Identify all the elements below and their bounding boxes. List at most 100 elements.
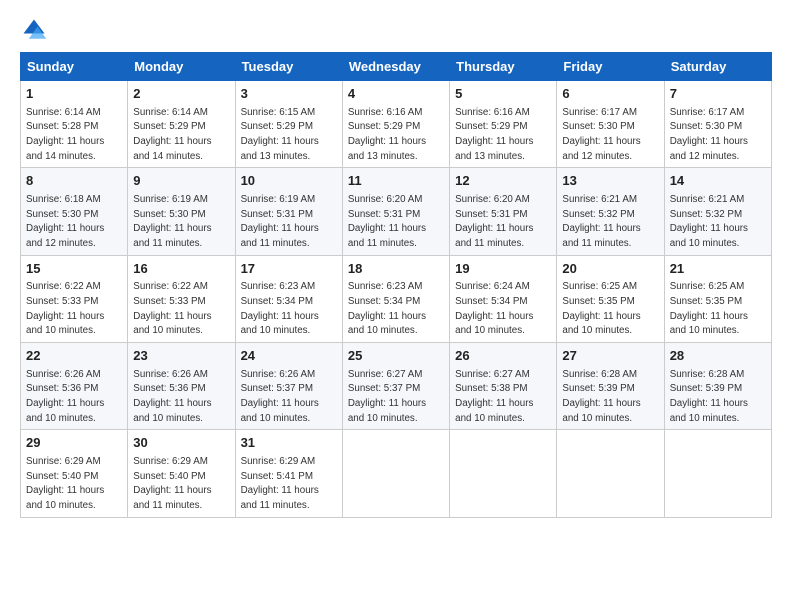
day-number: 31 xyxy=(241,434,337,452)
calendar-day-header: Monday xyxy=(128,53,235,81)
day-number: 6 xyxy=(562,85,658,103)
calendar-week-row: 8 Sunrise: 6:18 AMSunset: 5:30 PMDayligh… xyxy=(21,168,772,255)
day-number: 17 xyxy=(241,260,337,278)
calendar-cell: 27 Sunrise: 6:28 AMSunset: 5:39 PMDaylig… xyxy=(557,343,664,430)
day-number: 15 xyxy=(26,260,122,278)
calendar-cell: 18 Sunrise: 6:23 AMSunset: 5:34 PMDaylig… xyxy=(342,255,449,342)
calendar-cell: 23 Sunrise: 6:26 AMSunset: 5:36 PMDaylig… xyxy=(128,343,235,430)
calendar-week-row: 15 Sunrise: 6:22 AMSunset: 5:33 PMDaylig… xyxy=(21,255,772,342)
calendar-cell: 26 Sunrise: 6:27 AMSunset: 5:38 PMDaylig… xyxy=(450,343,557,430)
day-number: 29 xyxy=(26,434,122,452)
day-info: Sunrise: 6:18 AMSunset: 5:30 PMDaylight:… xyxy=(26,194,104,249)
calendar-cell: 25 Sunrise: 6:27 AMSunset: 5:37 PMDaylig… xyxy=(342,343,449,430)
day-number: 28 xyxy=(670,347,766,365)
day-info: Sunrise: 6:22 AMSunset: 5:33 PMDaylight:… xyxy=(133,281,211,336)
day-number: 25 xyxy=(348,347,444,365)
day-number: 21 xyxy=(670,260,766,278)
day-info: Sunrise: 6:26 AMSunset: 5:37 PMDaylight:… xyxy=(241,369,319,424)
day-number: 13 xyxy=(562,172,658,190)
day-info: Sunrise: 6:21 AMSunset: 5:32 PMDaylight:… xyxy=(670,194,748,249)
day-info: Sunrise: 6:29 AMSunset: 5:40 PMDaylight:… xyxy=(133,456,211,511)
day-number: 16 xyxy=(133,260,229,278)
calendar-cell: 7 Sunrise: 6:17 AMSunset: 5:30 PMDayligh… xyxy=(664,81,771,168)
day-number: 7 xyxy=(670,85,766,103)
day-info: Sunrise: 6:23 AMSunset: 5:34 PMDaylight:… xyxy=(348,281,426,336)
day-info: Sunrise: 6:14 AMSunset: 5:28 PMDaylight:… xyxy=(26,107,104,162)
day-info: Sunrise: 6:27 AMSunset: 5:38 PMDaylight:… xyxy=(455,369,533,424)
day-number: 22 xyxy=(26,347,122,365)
calendar-cell: 24 Sunrise: 6:26 AMSunset: 5:37 PMDaylig… xyxy=(235,343,342,430)
day-info: Sunrise: 6:16 AMSunset: 5:29 PMDaylight:… xyxy=(348,107,426,162)
calendar-cell: 28 Sunrise: 6:28 AMSunset: 5:39 PMDaylig… xyxy=(664,343,771,430)
calendar-table: SundayMondayTuesdayWednesdayThursdayFrid… xyxy=(20,52,772,518)
calendar-day-header: Tuesday xyxy=(235,53,342,81)
day-number: 23 xyxy=(133,347,229,365)
day-info: Sunrise: 6:21 AMSunset: 5:32 PMDaylight:… xyxy=(562,194,640,249)
day-number: 3 xyxy=(241,85,337,103)
day-number: 2 xyxy=(133,85,229,103)
calendar-cell: 29 Sunrise: 6:29 AMSunset: 5:40 PMDaylig… xyxy=(21,430,128,517)
calendar-cell: 31 Sunrise: 6:29 AMSunset: 5:41 PMDaylig… xyxy=(235,430,342,517)
calendar-cell: 15 Sunrise: 6:22 AMSunset: 5:33 PMDaylig… xyxy=(21,255,128,342)
day-info: Sunrise: 6:26 AMSunset: 5:36 PMDaylight:… xyxy=(133,369,211,424)
logo-icon xyxy=(20,16,48,44)
day-info: Sunrise: 6:27 AMSunset: 5:37 PMDaylight:… xyxy=(348,369,426,424)
day-number: 24 xyxy=(241,347,337,365)
calendar-cell: 12 Sunrise: 6:20 AMSunset: 5:31 PMDaylig… xyxy=(450,168,557,255)
logo xyxy=(20,16,52,44)
calendar-cell: 11 Sunrise: 6:20 AMSunset: 5:31 PMDaylig… xyxy=(342,168,449,255)
calendar-header-row: SundayMondayTuesdayWednesdayThursdayFrid… xyxy=(21,53,772,81)
calendar-cell: 14 Sunrise: 6:21 AMSunset: 5:32 PMDaylig… xyxy=(664,168,771,255)
day-info: Sunrise: 6:16 AMSunset: 5:29 PMDaylight:… xyxy=(455,107,533,162)
calendar-cell xyxy=(664,430,771,517)
calendar-cell: 10 Sunrise: 6:19 AMSunset: 5:31 PMDaylig… xyxy=(235,168,342,255)
page: SundayMondayTuesdayWednesdayThursdayFrid… xyxy=(0,0,792,612)
calendar-cell: 19 Sunrise: 6:24 AMSunset: 5:34 PMDaylig… xyxy=(450,255,557,342)
day-number: 14 xyxy=(670,172,766,190)
day-info: Sunrise: 6:20 AMSunset: 5:31 PMDaylight:… xyxy=(455,194,533,249)
day-number: 1 xyxy=(26,85,122,103)
day-number: 5 xyxy=(455,85,551,103)
header xyxy=(20,16,772,44)
day-number: 18 xyxy=(348,260,444,278)
calendar-cell: 6 Sunrise: 6:17 AMSunset: 5:30 PMDayligh… xyxy=(557,81,664,168)
calendar-cell: 9 Sunrise: 6:19 AMSunset: 5:30 PMDayligh… xyxy=(128,168,235,255)
day-number: 30 xyxy=(133,434,229,452)
day-number: 20 xyxy=(562,260,658,278)
calendar-day-header: Wednesday xyxy=(342,53,449,81)
calendar-cell: 1 Sunrise: 6:14 AMSunset: 5:28 PMDayligh… xyxy=(21,81,128,168)
calendar-day-header: Sunday xyxy=(21,53,128,81)
day-info: Sunrise: 6:25 AMSunset: 5:35 PMDaylight:… xyxy=(670,281,748,336)
day-info: Sunrise: 6:24 AMSunset: 5:34 PMDaylight:… xyxy=(455,281,533,336)
calendar-cell: 4 Sunrise: 6:16 AMSunset: 5:29 PMDayligh… xyxy=(342,81,449,168)
day-info: Sunrise: 6:19 AMSunset: 5:30 PMDaylight:… xyxy=(133,194,211,249)
day-info: Sunrise: 6:15 AMSunset: 5:29 PMDaylight:… xyxy=(241,107,319,162)
calendar-cell: 2 Sunrise: 6:14 AMSunset: 5:29 PMDayligh… xyxy=(128,81,235,168)
calendar-week-row: 22 Sunrise: 6:26 AMSunset: 5:36 PMDaylig… xyxy=(21,343,772,430)
day-number: 9 xyxy=(133,172,229,190)
calendar-week-row: 29 Sunrise: 6:29 AMSunset: 5:40 PMDaylig… xyxy=(21,430,772,517)
calendar-cell xyxy=(342,430,449,517)
calendar-week-row: 1 Sunrise: 6:14 AMSunset: 5:28 PMDayligh… xyxy=(21,81,772,168)
day-info: Sunrise: 6:19 AMSunset: 5:31 PMDaylight:… xyxy=(241,194,319,249)
day-number: 8 xyxy=(26,172,122,190)
calendar-cell: 16 Sunrise: 6:22 AMSunset: 5:33 PMDaylig… xyxy=(128,255,235,342)
calendar-cell xyxy=(557,430,664,517)
calendar-cell xyxy=(450,430,557,517)
calendar-cell: 3 Sunrise: 6:15 AMSunset: 5:29 PMDayligh… xyxy=(235,81,342,168)
calendar-cell: 13 Sunrise: 6:21 AMSunset: 5:32 PMDaylig… xyxy=(557,168,664,255)
day-number: 10 xyxy=(241,172,337,190)
day-info: Sunrise: 6:17 AMSunset: 5:30 PMDaylight:… xyxy=(670,107,748,162)
day-info: Sunrise: 6:22 AMSunset: 5:33 PMDaylight:… xyxy=(26,281,104,336)
day-number: 12 xyxy=(455,172,551,190)
day-info: Sunrise: 6:25 AMSunset: 5:35 PMDaylight:… xyxy=(562,281,640,336)
calendar-cell: 5 Sunrise: 6:16 AMSunset: 5:29 PMDayligh… xyxy=(450,81,557,168)
day-info: Sunrise: 6:14 AMSunset: 5:29 PMDaylight:… xyxy=(133,107,211,162)
day-info: Sunrise: 6:29 AMSunset: 5:40 PMDaylight:… xyxy=(26,456,104,511)
calendar-cell: 8 Sunrise: 6:18 AMSunset: 5:30 PMDayligh… xyxy=(21,168,128,255)
day-info: Sunrise: 6:17 AMSunset: 5:30 PMDaylight:… xyxy=(562,107,640,162)
day-info: Sunrise: 6:23 AMSunset: 5:34 PMDaylight:… xyxy=(241,281,319,336)
calendar-cell: 21 Sunrise: 6:25 AMSunset: 5:35 PMDaylig… xyxy=(664,255,771,342)
day-number: 19 xyxy=(455,260,551,278)
day-number: 4 xyxy=(348,85,444,103)
